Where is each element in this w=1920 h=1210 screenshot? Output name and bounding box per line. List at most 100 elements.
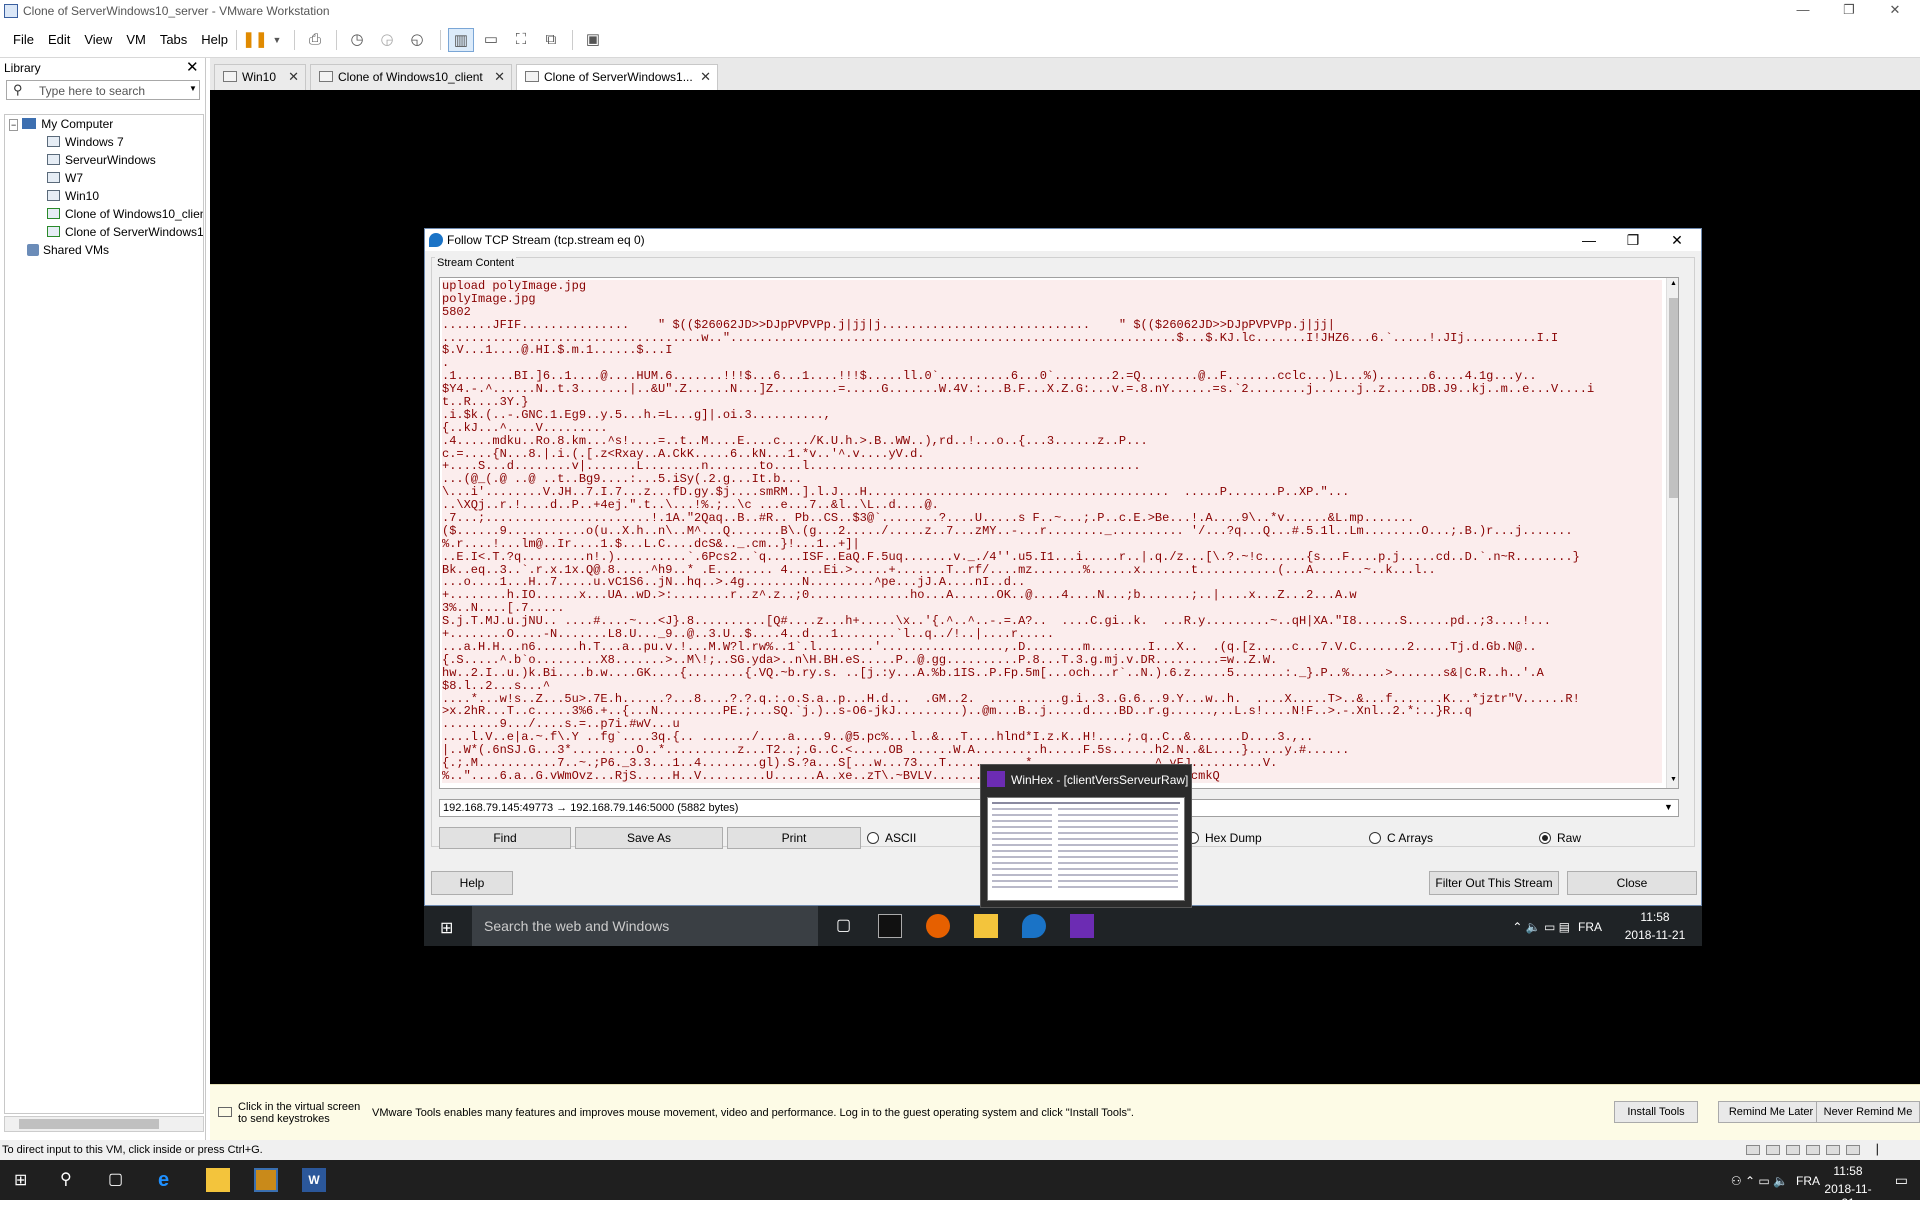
- close-icon[interactable]: ✕: [288, 65, 299, 89]
- scrollbar-thumb[interactable]: [19, 1119, 159, 1129]
- edge-icon[interactable]: e: [158, 1168, 182, 1192]
- guest-language[interactable]: FRA: [1578, 920, 1602, 934]
- hard-disk-icon[interactable]: [1746, 1145, 1760, 1155]
- tab-clone-serverwindows[interactable]: Clone of ServerWindows1... ✕: [516, 64, 718, 91]
- radio-c-arrays[interactable]: C Arrays: [1369, 831, 1433, 845]
- winhex-icon[interactable]: [1070, 914, 1094, 938]
- tree-item-shared-vms[interactable]: Shared VMs: [27, 243, 109, 257]
- guest-search-box[interactable]: Search the web and Windows: [472, 906, 818, 946]
- title-bar: Clone of ServerWindows10_server - VMware…: [0, 0, 1920, 22]
- tray-icons[interactable]: ⌃ 🔈 ▭ ▤: [1512, 920, 1570, 934]
- close-icon[interactable]: ✕: [700, 65, 711, 89]
- radio-ascii[interactable]: ASCII: [867, 831, 916, 845]
- conversation-value: 192.168.79.145:49773 → 192.168.79.146:50…: [443, 802, 739, 814]
- dialog-maximize-button[interactable]: ❐: [1611, 229, 1655, 251]
- stream-content-text[interactable]: upload polyImage.jpg polyImage.jpg 5802...…: [439, 277, 1679, 789]
- usb-icon[interactable]: [1826, 1145, 1840, 1155]
- tree-item-win10[interactable]: Win10: [47, 189, 99, 203]
- unity-icon[interactable]: ⧉: [538, 28, 564, 52]
- show-library-icon[interactable]: ▥: [448, 28, 474, 52]
- cmd-icon[interactable]: [878, 914, 902, 938]
- close-button[interactable]: Close: [1567, 871, 1697, 895]
- thumbnail-image: [987, 797, 1185, 901]
- menu-file[interactable]: File: [6, 22, 41, 58]
- menu-help[interactable]: Help: [194, 22, 235, 58]
- thumbnail-bar-icon[interactable]: ▭: [478, 28, 504, 52]
- snapshot-manager-icon[interactable]: ◵: [404, 28, 430, 52]
- firefox-icon[interactable]: [926, 914, 950, 938]
- host-time[interactable]: 11:58: [1818, 1164, 1878, 1178]
- guest-time[interactable]: 11:58: [1620, 910, 1690, 924]
- radio-hex-dump[interactable]: Hex Dump: [1187, 831, 1262, 845]
- help-button[interactable]: Help: [431, 871, 513, 895]
- tree-item-windows-7[interactable]: Windows 7: [47, 135, 124, 149]
- chevron-down-icon[interactable]: ▼: [1670, 776, 1677, 783]
- revert-snapshot-icon[interactable]: ◶: [374, 28, 400, 52]
- find-button[interactable]: Find: [439, 827, 571, 849]
- filter-out-stream-button[interactable]: Filter Out This Stream: [1429, 871, 1559, 895]
- remind-later-button[interactable]: Remind Me Later: [1718, 1101, 1824, 1123]
- host-language[interactable]: FRA: [1796, 1174, 1820, 1188]
- save-as-button[interactable]: Save As: [575, 827, 723, 849]
- network-icon[interactable]: [1786, 1145, 1800, 1155]
- printer-icon[interactable]: [1806, 1145, 1820, 1155]
- console-view-icon[interactable]: ▣: [580, 28, 606, 52]
- vmware-app-icon: [4, 4, 18, 18]
- tree-item-serveurwindows[interactable]: ServeurWindows: [47, 153, 156, 167]
- tree-item-clone-serverwindows[interactable]: Clone of ServerWindows1: [47, 225, 203, 239]
- dialog-minimize-button[interactable]: —: [1567, 229, 1611, 251]
- winhex-thumbnail-preview[interactable]: WinHex - [clientVersServeurRaw]: [980, 764, 1192, 908]
- tree-item-clone-windows10-client[interactable]: Clone of Windows10_client: [47, 207, 203, 221]
- stream-vertical-scrollbar[interactable]: ▲ ▼: [1666, 278, 1678, 788]
- file-explorer-icon[interactable]: [206, 1168, 230, 1192]
- notification-center-icon[interactable]: ▭: [1895, 1172, 1908, 1189]
- tab-clone-windows10-client[interactable]: Clone of Windows10_client ✕: [310, 64, 512, 90]
- scrollbar-thumb[interactable]: [1669, 298, 1678, 498]
- stream-line: t..R....3Y.}: [442, 396, 1662, 409]
- menu-bar: File Edit View VM Tabs Help ❚❚ ▼ ⎙ ◷ ◶ ◵…: [0, 22, 1920, 58]
- minimize-button[interactable]: —: [1780, 0, 1826, 22]
- message-icon[interactable]: ▕: [1870, 1145, 1884, 1156]
- stream-line: +........O....-N.......L8.U..._9..@..3.U…: [442, 628, 1662, 641]
- library-close-button[interactable]: ✕: [186, 58, 199, 76]
- windows-start-icon[interactable]: ⊞: [440, 918, 453, 938]
- library-horizontal-scrollbar[interactable]: [4, 1116, 204, 1132]
- keyboard-icon: [218, 1107, 232, 1117]
- windows-start-icon[interactable]: ⊞: [14, 1170, 27, 1190]
- search-icon[interactable]: ⚲: [60, 1168, 84, 1192]
- task-view-icon[interactable]: ▢: [108, 1168, 132, 1192]
- print-button[interactable]: Print: [727, 827, 861, 849]
- chevron-up-icon[interactable]: ▲: [1670, 280, 1677, 287]
- send-ctrl-alt-del-icon[interactable]: ⎙: [302, 28, 328, 52]
- task-view-icon[interactable]: ▢: [836, 914, 860, 938]
- tab-win10[interactable]: Win10 ✕: [214, 64, 306, 90]
- tree-item-my-computer[interactable]: − My Computer: [9, 117, 113, 131]
- chevron-down-icon[interactable]: ▼: [264, 28, 290, 52]
- maximize-button[interactable]: ❐: [1826, 0, 1872, 22]
- menu-tabs[interactable]: Tabs: [153, 22, 194, 58]
- never-remind-button[interactable]: Never Remind Me: [1816, 1101, 1920, 1123]
- menu-edit[interactable]: Edit: [41, 22, 77, 58]
- menu-view[interactable]: View: [77, 22, 119, 58]
- dialog-close-button[interactable]: ✕: [1655, 229, 1699, 251]
- tree-item-w7[interactable]: W7: [47, 171, 83, 185]
- library-search-input[interactable]: ⚲ Type here to search ▼: [6, 80, 200, 100]
- word-icon[interactable]: W: [302, 1168, 326, 1192]
- menu-vm[interactable]: VM: [119, 22, 153, 58]
- wireshark-icon[interactable]: [1022, 914, 1046, 938]
- file-explorer-icon[interactable]: [974, 914, 998, 938]
- snapshot-icon[interactable]: ◷: [344, 28, 370, 52]
- install-tools-button[interactable]: Install Tools: [1614, 1101, 1698, 1123]
- chevron-down-icon[interactable]: ▼: [189, 84, 197, 93]
- close-icon[interactable]: ✕: [494, 65, 505, 89]
- vm-running-icon: [47, 208, 60, 219]
- display-icon[interactable]: [1846, 1145, 1860, 1155]
- tray-icons[interactable]: ⚇ ⌃ ▭ 🔈: [1731, 1174, 1788, 1188]
- close-window-button[interactable]: ✕: [1872, 0, 1918, 22]
- radio-raw[interactable]: Raw: [1539, 831, 1581, 845]
- full-screen-icon[interactable]: ⛶: [508, 28, 534, 52]
- tools-message: VMware Tools enables many features and i…: [372, 1107, 1134, 1119]
- chevron-down-icon[interactable]: ▼: [1664, 802, 1673, 812]
- vmware-workstation-icon[interactable]: [254, 1168, 278, 1192]
- cd-dvd-icon[interactable]: [1766, 1145, 1780, 1155]
